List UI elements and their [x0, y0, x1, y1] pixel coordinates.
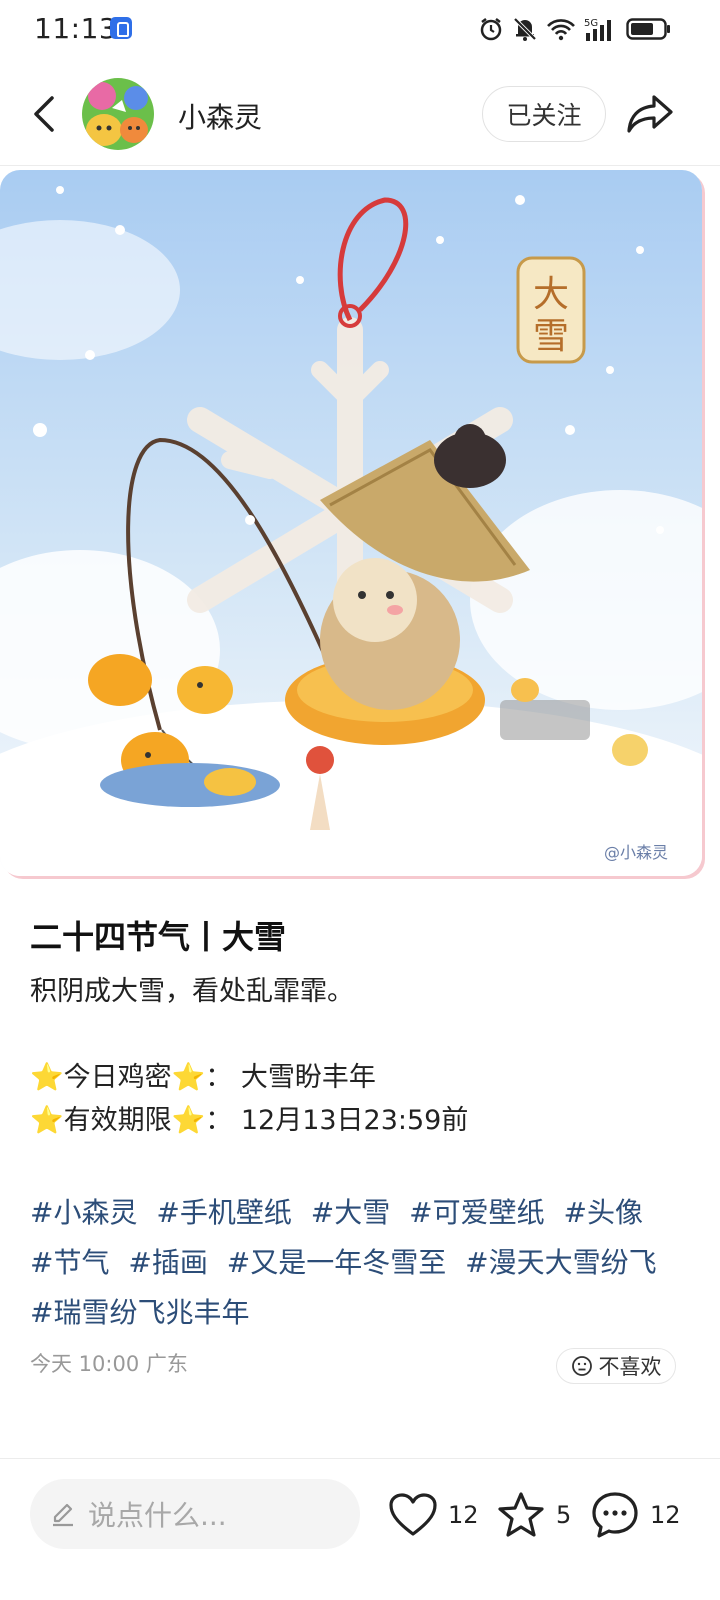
tag-link[interactable]: #瑞雪纷飞兆丰年: [30, 1296, 249, 1329]
comment-count: 12: [650, 1501, 681, 1529]
dislike-button[interactable]: 不喜欢: [556, 1348, 676, 1384]
star-icon: ⭐: [30, 1062, 64, 1093]
code-label: 今日鸡密: [63, 1062, 172, 1093]
post-header: 小森灵 已关注: [0, 62, 720, 166]
neutral-face-icon: [571, 1356, 592, 1376]
tag-link[interactable]: #小森灵: [30, 1196, 137, 1229]
favorite-button[interactable]: 5: [496, 1485, 571, 1545]
post-image[interactable]: 大 雪 @小森灵: [0, 170, 702, 876]
signal-icon: 5G: [584, 18, 611, 41]
app-notification-icon: [110, 17, 132, 39]
status-time: 11:13: [34, 12, 118, 45]
validity-label: 有效期限: [63, 1105, 172, 1136]
validity-line: ⭐有效期限⭐： 12月13日23:59前: [30, 1099, 690, 1142]
code-line: ⭐今日鸡密⭐： 大雪盼丰年: [30, 1056, 690, 1099]
follow-button[interactable]: 已关注: [482, 86, 606, 142]
author-avatar[interactable]: [82, 78, 154, 150]
post-body: 积阴成大雪，看处乱霏霏。 ⭐今日鸡密⭐： 大雪盼丰年 ⭐有效期限⭐： 12月13…: [30, 970, 690, 1142]
badge-text-1: 大: [533, 274, 569, 315]
star-icon: ⭐: [171, 1062, 206, 1093]
share-button[interactable]: [624, 90, 676, 138]
dislike-label: 不喜欢: [598, 1355, 662, 1379]
comment-placeholder: 说点什么...: [88, 1499, 227, 1532]
favorite-count: 5: [556, 1501, 572, 1529]
tag-link[interactable]: #漫天大雪纷飞: [465, 1246, 656, 1279]
tag-link[interactable]: #又是一年冬雪至: [227, 1246, 446, 1279]
post-title: 二十四节气丨大雪: [30, 918, 287, 956]
badge-text-2: 雪: [533, 316, 569, 357]
star-icon: ⭐: [171, 1105, 206, 1136]
network-label: 5G: [584, 18, 598, 29]
alarm-icon: [480, 18, 502, 41]
tag-link[interactable]: #可爱壁纸: [409, 1196, 544, 1229]
validity-value: ： 12月13日23:59前: [205, 1105, 469, 1136]
share-icon: [627, 95, 673, 133]
image-watermark: @小森灵: [604, 843, 668, 862]
star-icon: ⭐: [30, 1105, 64, 1136]
star-outline-icon: [498, 1492, 544, 1537]
comment-input[interactable]: 说点什么...: [30, 1479, 360, 1549]
chevron-left-icon: [34, 96, 54, 132]
mute-icon: [513, 17, 537, 41]
tag-list: #小森灵 #手机壁纸 #大雪 #可爱壁纸 #头像 #节气 #插画 #又是一年冬雪…: [30, 1188, 680, 1338]
bottom-action-bar: 说点什么... 12 5 12: [0, 1458, 720, 1600]
post-subtitle: 积阴成大雪，看处乱霏霏。: [30, 976, 354, 1007]
wifi-icon: [547, 19, 575, 41]
post-meta: 今天 10:00 广东: [30, 1352, 188, 1376]
status-icons: 5G: [478, 14, 672, 44]
author-name[interactable]: 小森灵: [178, 96, 262, 136]
status-bar: 11:13 5G: [0, 0, 720, 60]
comment-button[interactable]: 12: [590, 1485, 681, 1545]
code-value: ： 大雪盼丰年: [205, 1062, 376, 1093]
comment-bubble-icon: [592, 1492, 638, 1538]
tag-link[interactable]: #手机壁纸: [156, 1196, 291, 1229]
like-count: 12: [448, 1501, 479, 1529]
tag-link[interactable]: #头像: [564, 1196, 643, 1229]
tag-link[interactable]: #节气: [30, 1246, 109, 1279]
season-badge: 大 雪: [516, 256, 586, 364]
tag-link[interactable]: #插画: [128, 1246, 207, 1279]
heart-icon: [389, 1493, 437, 1536]
back-button[interactable]: [24, 90, 64, 138]
like-button[interactable]: 12: [388, 1485, 479, 1545]
pencil-icon: [53, 1503, 73, 1527]
tag-link[interactable]: #大雪: [311, 1196, 390, 1229]
battery-icon: [626, 18, 670, 40]
